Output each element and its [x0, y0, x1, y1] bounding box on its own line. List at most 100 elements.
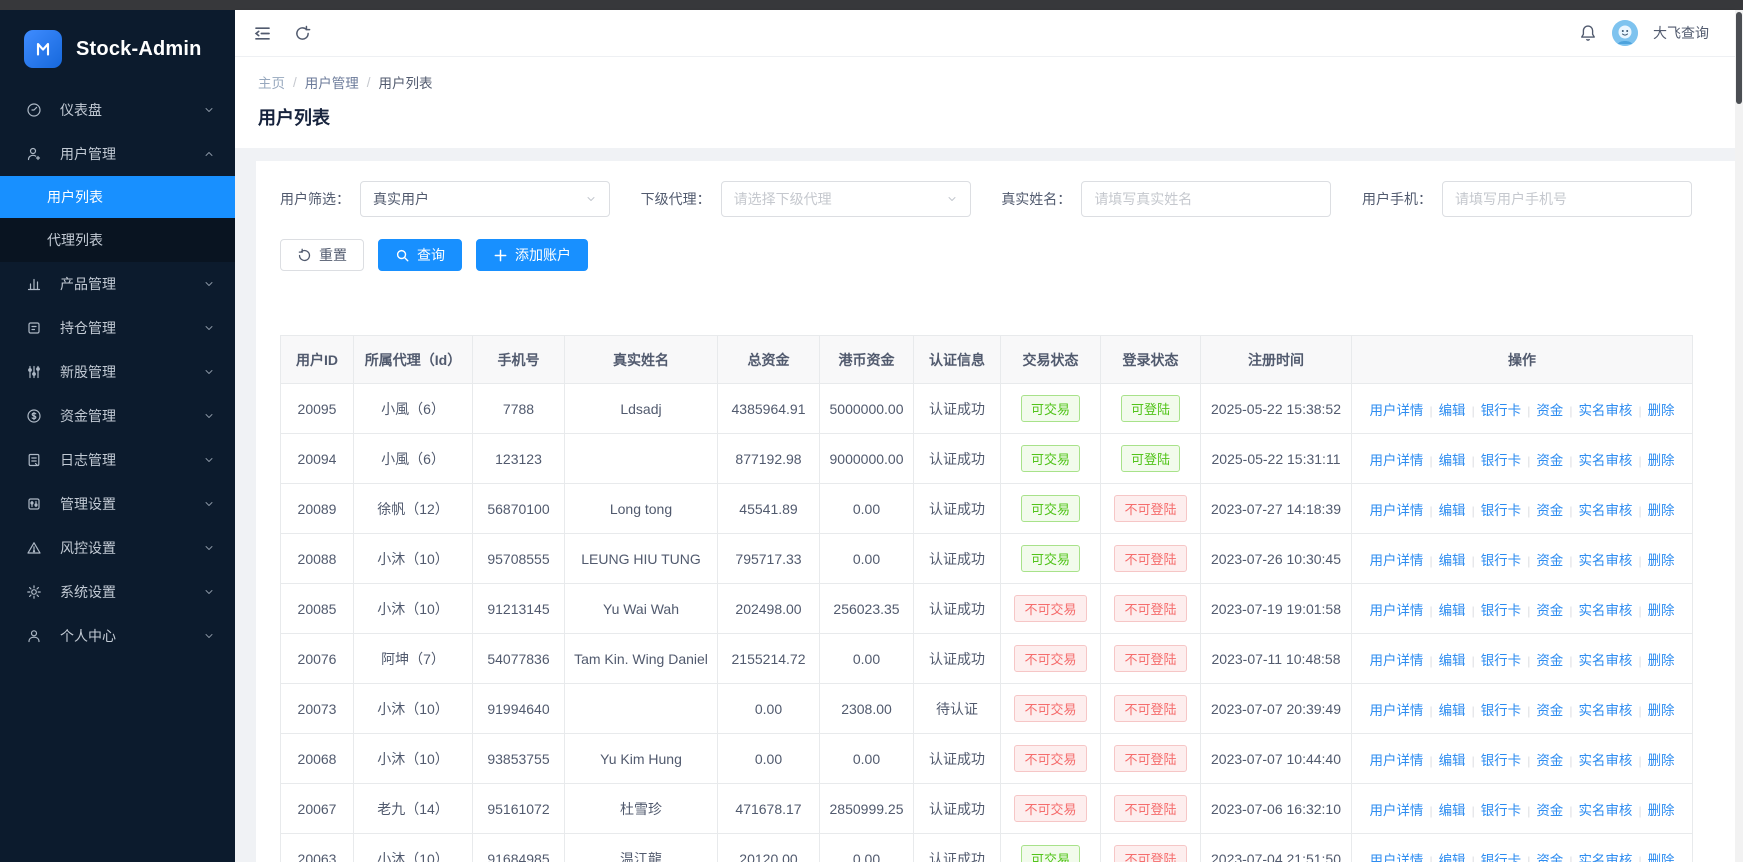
- action-kyc-audit-link[interactable]: 实名审核: [1578, 453, 1632, 468]
- select-user-filter[interactable]: 真实用户: [360, 181, 610, 217]
- action-edit-link[interactable]: 编辑: [1439, 803, 1466, 818]
- input-real-name[interactable]: 请填写真实姓名: [1081, 181, 1332, 217]
- cell-login-status: 不可登陆: [1100, 833, 1201, 862]
- action-delete-link[interactable]: 删除: [1648, 653, 1675, 668]
- action-user-detail-link[interactable]: 用户详情: [1369, 703, 1423, 718]
- page-scrollbar[interactable]: [1735, 10, 1743, 862]
- action-user-detail-link[interactable]: 用户详情: [1369, 453, 1423, 468]
- cell-id: 20073: [280, 683, 354, 734]
- action-delete-link[interactable]: 删除: [1648, 503, 1675, 518]
- action-kyc-audit-link[interactable]: 实名审核: [1578, 703, 1632, 718]
- action-kyc-audit-link[interactable]: 实名审核: [1578, 553, 1632, 568]
- action-delete-link[interactable]: 删除: [1648, 553, 1675, 568]
- action-edit-link[interactable]: 编辑: [1439, 653, 1466, 668]
- action-edit-link[interactable]: 编辑: [1439, 753, 1466, 768]
- action-kyc-audit-link[interactable]: 实名审核: [1578, 503, 1632, 518]
- action-user-detail-link[interactable]: 用户详情: [1369, 753, 1423, 768]
- action-delete-link[interactable]: 删除: [1648, 753, 1675, 768]
- bell-icon[interactable]: [1579, 24, 1597, 42]
- sidebar-item-dashboard[interactable]: 仪表盘: [0, 88, 235, 132]
- action-kyc-audit-link[interactable]: 实名审核: [1578, 803, 1632, 818]
- action-bank-card-link[interactable]: 银行卡: [1481, 503, 1522, 518]
- action-user-detail-link[interactable]: 用户详情: [1369, 553, 1423, 568]
- action-kyc-audit-link[interactable]: 实名审核: [1578, 653, 1632, 668]
- action-delete-link[interactable]: 删除: [1648, 453, 1675, 468]
- sidebar-item-log-manage[interactable]: 日志管理: [0, 438, 235, 482]
- action-bank-card-link[interactable]: 银行卡: [1481, 803, 1522, 818]
- sidebar-item-system-settings[interactable]: 系统设置: [0, 570, 235, 614]
- action-edit-link[interactable]: 编辑: [1439, 403, 1466, 418]
- sidebar-item-ipo-manage[interactable]: 新股管理: [0, 350, 235, 394]
- action-edit-link[interactable]: 编辑: [1439, 853, 1466, 862]
- cell-agent: 小風（6）: [353, 383, 473, 434]
- sidebar-item-user-manage[interactable]: 用户管理: [0, 132, 235, 176]
- cell-total: 0.00: [717, 683, 820, 734]
- action-user-detail-link[interactable]: 用户详情: [1369, 503, 1423, 518]
- breadcrumb-home[interactable]: 主页: [258, 72, 285, 92]
- login-status-badge: 不可登陆: [1114, 695, 1187, 722]
- select-sub-agent[interactable]: 请选择下级代理: [720, 181, 971, 217]
- action-user-detail-link[interactable]: 用户详情: [1369, 653, 1423, 668]
- action-kyc-audit-link[interactable]: 实名审核: [1578, 403, 1632, 418]
- action-bank-card-link[interactable]: 银行卡: [1481, 403, 1522, 418]
- action-bank-card-link[interactable]: 银行卡: [1481, 753, 1522, 768]
- refresh-icon[interactable]: [294, 25, 311, 42]
- sidebar-item-risk-settings[interactable]: 风控设置: [0, 526, 235, 570]
- action-edit-link[interactable]: 编辑: [1439, 453, 1466, 468]
- sidebar-item-profile-center[interactable]: 个人中心: [0, 614, 235, 658]
- action-kyc-audit-link[interactable]: 实名审核: [1578, 753, 1632, 768]
- action-funds-link[interactable]: 资金: [1536, 853, 1563, 862]
- search-button[interactable]: 查询: [378, 239, 462, 271]
- action-bank-card-link[interactable]: 银行卡: [1481, 853, 1522, 862]
- action-funds-link[interactable]: 资金: [1536, 653, 1563, 668]
- action-funds-link[interactable]: 资金: [1536, 503, 1563, 518]
- scrollbar-thumb[interactable]: [1736, 12, 1742, 104]
- action-separator: |: [1527, 603, 1531, 618]
- trade-status-badge: 不可交易: [1014, 795, 1087, 822]
- action-user-detail-link[interactable]: 用户详情: [1369, 803, 1423, 818]
- action-delete-link[interactable]: 删除: [1648, 603, 1675, 618]
- sidebar-item-position-manage[interactable]: 持仓管理: [0, 306, 235, 350]
- action-separator: |: [1429, 453, 1433, 468]
- input-user-phone[interactable]: 请填写用户手机号: [1441, 181, 1692, 217]
- action-edit-link[interactable]: 编辑: [1439, 503, 1466, 518]
- sidebar-item-agent-list[interactable]: 代理列表: [0, 218, 235, 262]
- sidebar-item-user-list[interactable]: 用户列表: [0, 176, 235, 218]
- username[interactable]: 大飞查询: [1653, 23, 1709, 43]
- action-funds-link[interactable]: 资金: [1536, 603, 1563, 618]
- avatar[interactable]: [1612, 20, 1638, 46]
- action-delete-link[interactable]: 删除: [1648, 703, 1675, 718]
- action-delete-link[interactable]: 删除: [1648, 853, 1675, 862]
- action-bank-card-link[interactable]: 银行卡: [1481, 553, 1522, 568]
- action-funds-link[interactable]: 资金: [1536, 553, 1563, 568]
- action-edit-link[interactable]: 编辑: [1439, 603, 1466, 618]
- action-funds-link[interactable]: 资金: [1536, 703, 1563, 718]
- action-user-detail-link[interactable]: 用户详情: [1369, 853, 1423, 862]
- logo[interactable]: Stock-Admin: [0, 10, 235, 82]
- add-account-button[interactable]: 添加账户: [476, 239, 588, 271]
- action-funds-link[interactable]: 资金: [1536, 803, 1563, 818]
- action-bank-card-link[interactable]: 银行卡: [1481, 603, 1522, 618]
- action-kyc-audit-link[interactable]: 实名审核: [1578, 603, 1632, 618]
- action-funds-link[interactable]: 资金: [1536, 403, 1563, 418]
- action-bank-card-link[interactable]: 银行卡: [1481, 703, 1522, 718]
- breadcrumb-user-manage[interactable]: 用户管理: [305, 72, 359, 92]
- sidebar: Stock-Admin 仪表盘 用户管理 用户列表 代理列表 产品管理 持仓管理 新股管理资…: [0, 10, 235, 862]
- menu-fold-icon[interactable]: [253, 24, 272, 43]
- action-user-detail-link[interactable]: 用户详情: [1369, 603, 1423, 618]
- action-separator: |: [1429, 803, 1433, 818]
- sidebar-item-product-manage[interactable]: 产品管理: [0, 262, 235, 306]
- reset-button[interactable]: 重置: [280, 239, 364, 271]
- action-kyc-audit-link[interactable]: 实名审核: [1578, 853, 1632, 862]
- action-funds-link[interactable]: 资金: [1536, 753, 1563, 768]
- action-edit-link[interactable]: 编辑: [1439, 553, 1466, 568]
- action-bank-card-link[interactable]: 银行卡: [1481, 653, 1522, 668]
- action-delete-link[interactable]: 删除: [1648, 803, 1675, 818]
- action-bank-card-link[interactable]: 银行卡: [1481, 453, 1522, 468]
- action-delete-link[interactable]: 删除: [1648, 403, 1675, 418]
- sidebar-item-admin-settings[interactable]: 管理设置: [0, 482, 235, 526]
- action-user-detail-link[interactable]: 用户详情: [1369, 403, 1423, 418]
- sidebar-item-funds-manage[interactable]: 资金管理: [0, 394, 235, 438]
- action-funds-link[interactable]: 资金: [1536, 453, 1563, 468]
- action-edit-link[interactable]: 编辑: [1439, 703, 1466, 718]
